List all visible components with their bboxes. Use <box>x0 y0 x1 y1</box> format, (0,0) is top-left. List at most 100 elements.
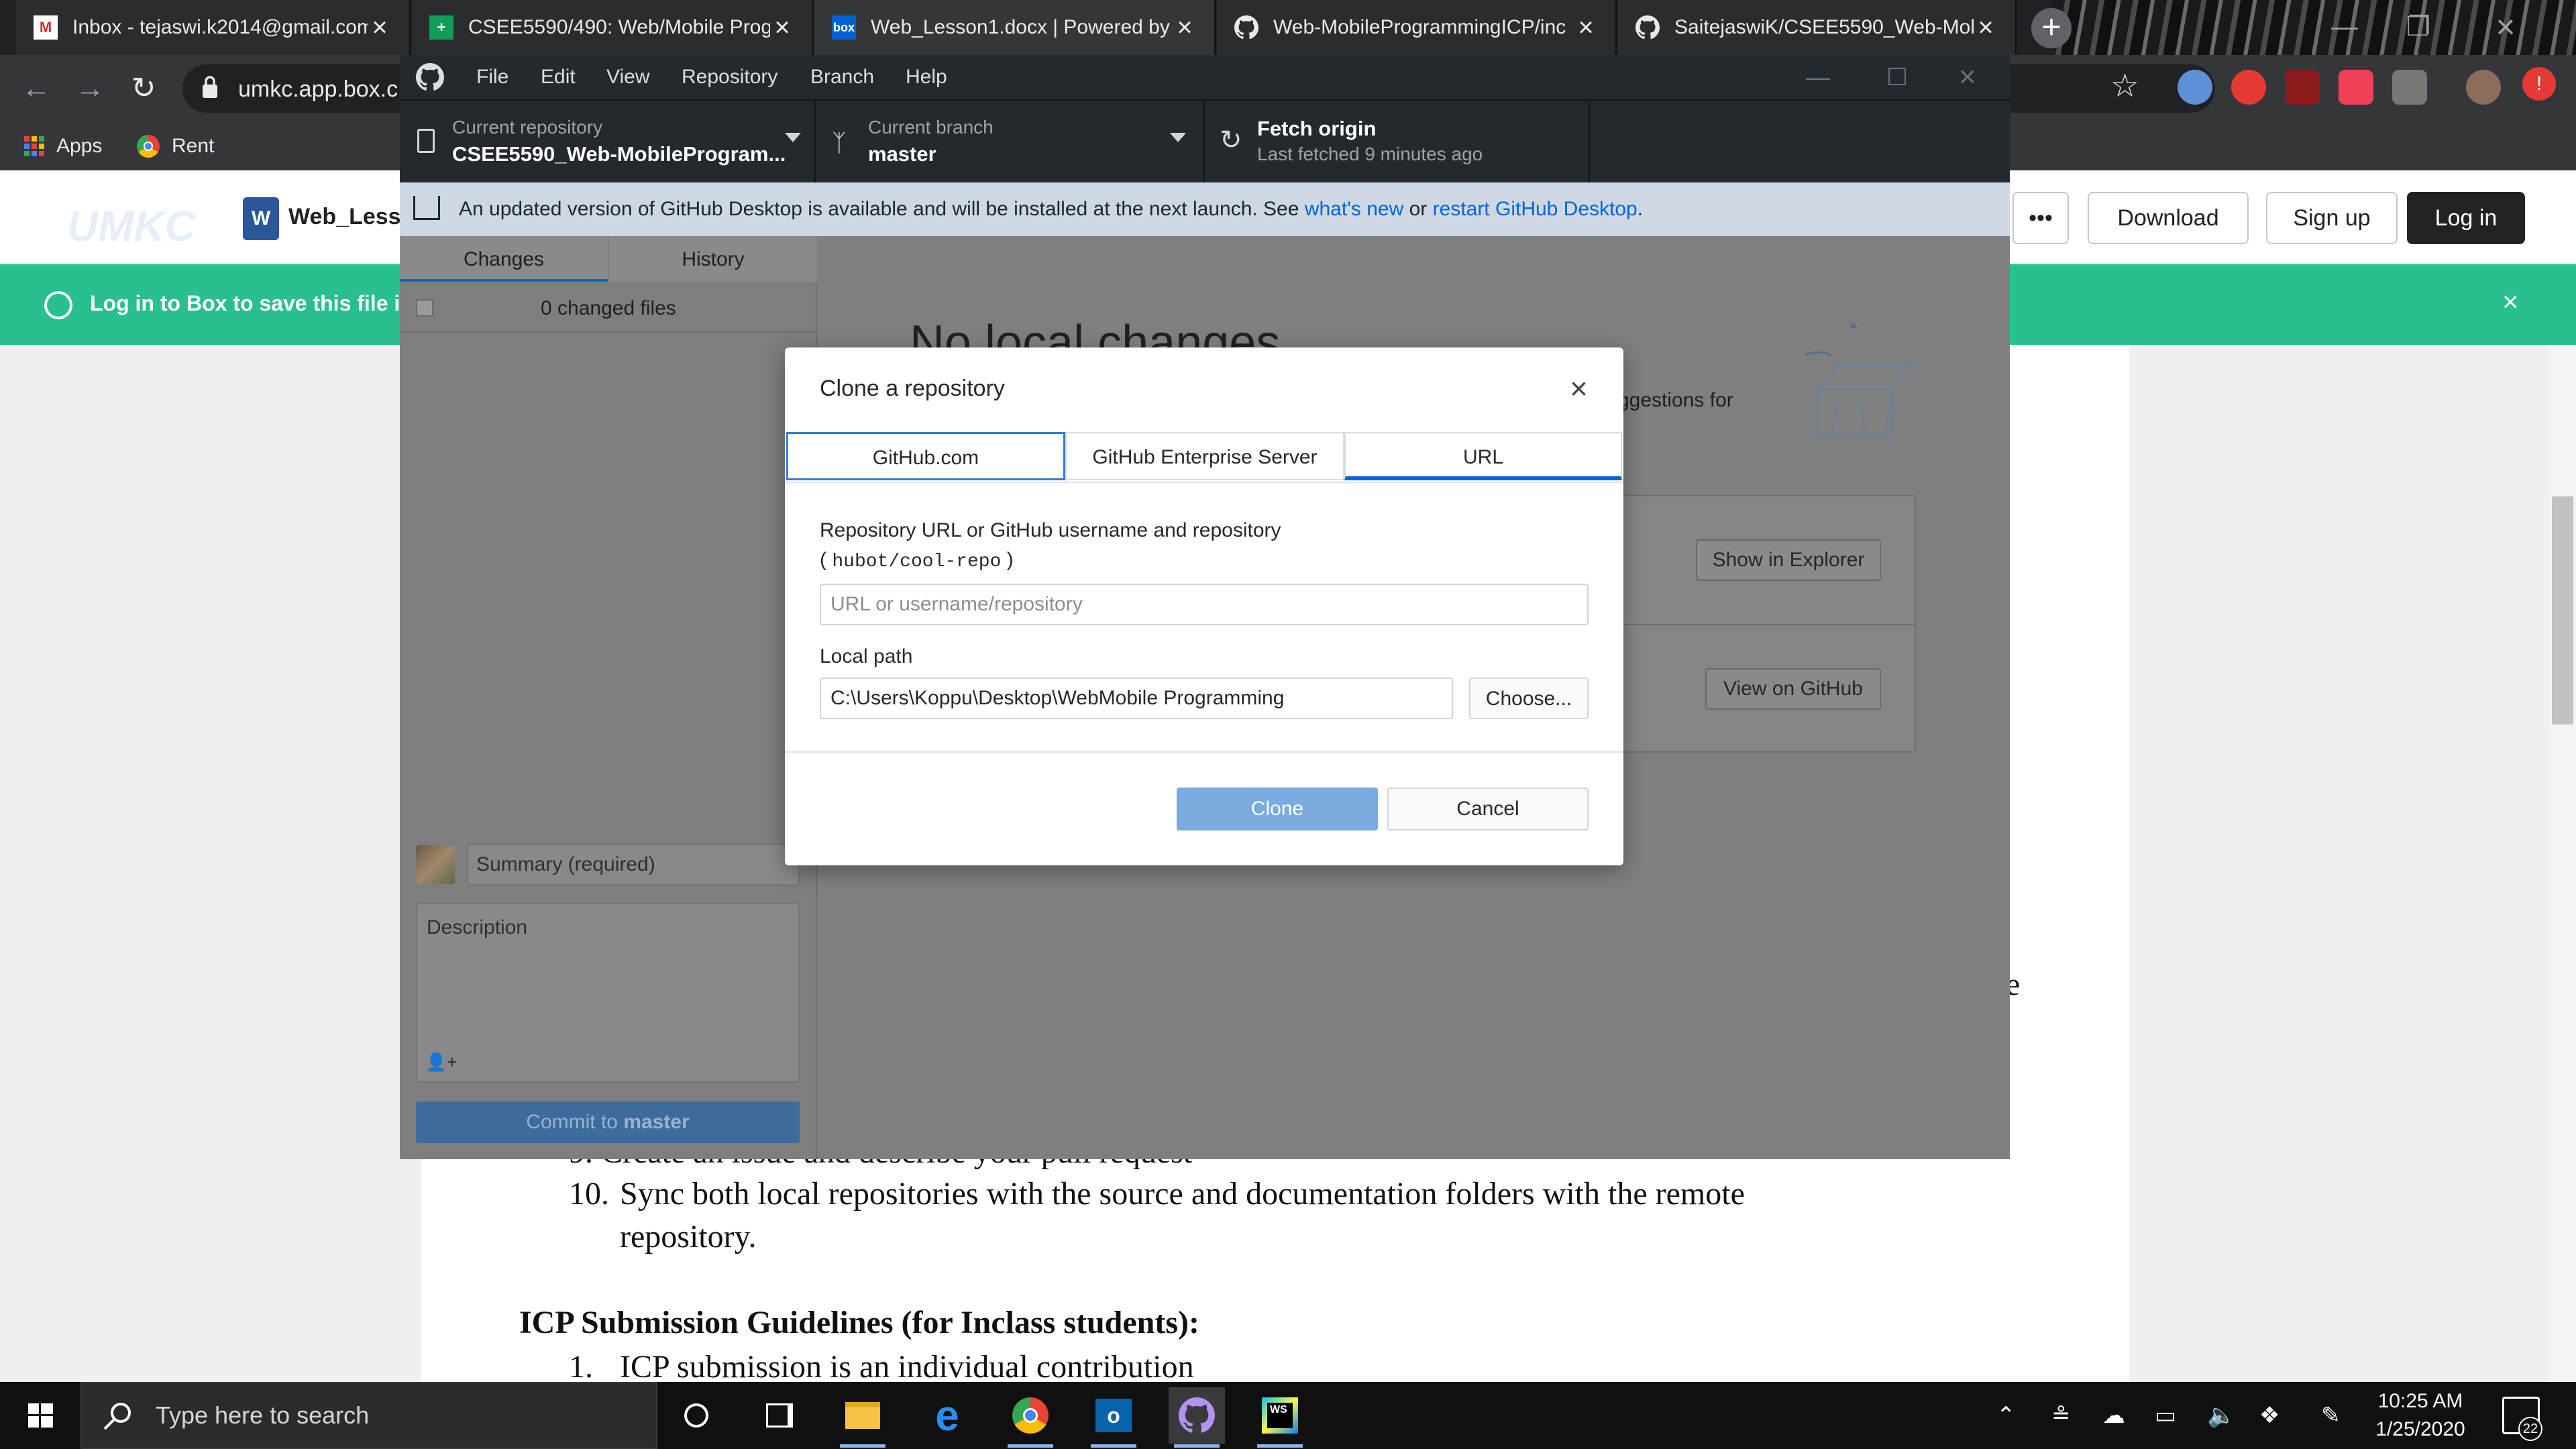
browser-tab-github-icp[interactable]: Web-MobileProgrammingICP/inc × <box>1217 0 1617 55</box>
menu-file[interactable]: File <box>476 55 508 99</box>
add-coauthor-icon[interactable]: 👤+ <box>425 1052 458 1073</box>
description-input[interactable]: Description <box>416 903 800 1083</box>
tab-close-icon[interactable]: × <box>1974 13 1998 43</box>
tab-history[interactable]: History <box>609 236 817 282</box>
windows-start-icon[interactable] <box>0 1382 80 1449</box>
whats-new-link[interactable]: what's new <box>1305 198 1403 220</box>
show-in-explorer-button[interactable]: Show in Explorer <box>1696 539 1881 581</box>
tab-close-icon[interactable]: × <box>1173 13 1197 43</box>
menu-repository[interactable]: Repository <box>682 55 777 99</box>
webstorm-icon[interactable]: WS <box>1252 1387 1308 1448</box>
menu-view[interactable]: View <box>606 55 649 99</box>
browser-tab-github-repo[interactable]: SaitejaswiK/CSEE5590_Web-Mob × <box>1618 0 2017 55</box>
sync-icon: ↻ <box>1220 125 1242 155</box>
clone-button[interactable]: Clone <box>1177 788 1378 830</box>
choose-button[interactable]: Choose... <box>1469 678 1589 719</box>
tab-changes[interactable]: Changes <box>400 236 608 282</box>
menu-branch[interactable]: Branch <box>810 55 874 99</box>
current-branch-label: Current branch <box>868 117 994 138</box>
current-repository-selector[interactable]: Current repository CSEE5590_Web-MobilePr… <box>400 99 816 182</box>
tab-label: Web-MobileProgrammingICP/inc <box>1273 16 1566 38</box>
adblock-icon[interactable] <box>2231 70 2266 105</box>
edge-icon[interactable]: e <box>919 1387 975 1444</box>
restore-icon[interactable]: ❐ <box>2381 0 2455 55</box>
pen-icon[interactable]: ✎ <box>2321 1382 2341 1449</box>
sheets-icon: + <box>429 15 453 40</box>
suggestions-text: ggestions for <box>1618 389 1733 411</box>
avatar[interactable] <box>2466 70 2501 105</box>
scrollbar-thumb[interactable] <box>2552 496 2573 724</box>
chrome-icon[interactable] <box>1002 1387 1059 1448</box>
minimize-icon[interactable]: — <box>2308 0 2381 55</box>
sign-up-button[interactable]: Sign up <box>2266 192 2398 244</box>
show-hidden-icons-icon[interactable]: ⌃ <box>1996 1382 2016 1449</box>
log-in-button[interactable]: Log in <box>2407 192 2525 244</box>
outlook-icon[interactable]: o <box>1085 1387 1142 1448</box>
view-on-github-button[interactable]: View on GitHub <box>1705 668 1881 710</box>
network-icon[interactable]: ≗ <box>2051 1382 2071 1449</box>
chrome-menu-icon[interactable]: ! <box>2522 67 2556 101</box>
tab-github-enterprise[interactable]: GitHub Enterprise Server <box>1065 432 1344 480</box>
commit-prefix: Commit to <box>526 1111 618 1133</box>
bookmark-rent[interactable]: Rent <box>137 122 214 170</box>
close-icon[interactable]: × <box>2469 0 2542 55</box>
task-view-icon[interactable] <box>751 1387 808 1444</box>
local-path-label: Local path <box>820 645 913 667</box>
onedrive-icon[interactable]: ☁ <box>2102 1382 2125 1449</box>
github-desktop-icon[interactable] <box>1169 1387 1225 1448</box>
back-arrow-icon[interactable]: ← <box>9 55 63 122</box>
extension-icon[interactable] <box>2392 70 2427 105</box>
close-icon[interactable]: × <box>1570 370 1588 407</box>
banner-close-icon[interactable]: × <box>2502 286 2519 318</box>
repo-url-input[interactable]: URL or username/repository <box>820 584 1589 625</box>
pdf-icon[interactable] <box>2285 70 2320 105</box>
new-tab-button[interactable]: + <box>2031 8 2072 48</box>
more-options-button[interactable]: ••• <box>2012 192 2069 244</box>
bookmark-apps[interactable]: Apps <box>24 122 102 170</box>
browser-tab-box[interactable]: box Web_Lesson1.docx | Powered by × <box>814 0 1216 55</box>
tab-url[interactable]: URL <box>1344 432 1622 480</box>
menu-help[interactable]: Help <box>906 55 947 99</box>
pocket-icon[interactable] <box>2339 70 2373 105</box>
hint-close: ) <box>1006 549 1014 571</box>
taskbar-clock[interactable]: 10:25 AM 1/25/2020 <box>2367 1387 2474 1444</box>
commit-branch: master <box>623 1111 690 1133</box>
local-path-input[interactable]: C:\Users\Koppu\Desktop\WebMobile Program… <box>820 678 1453 719</box>
download-button[interactable]: Download <box>2088 192 2249 244</box>
fetch-origin-button[interactable]: ↻ Fetch origin Last fetched 9 minutes ag… <box>1206 99 1590 182</box>
commit-button[interactable]: Commit to master <box>416 1102 800 1143</box>
dialog-divider <box>785 482 1623 483</box>
star-icon[interactable]: ☆ <box>2110 67 2139 105</box>
menu-edit[interactable]: Edit <box>541 55 576 99</box>
tab-close-icon[interactable]: × <box>770 13 794 43</box>
extension-icon[interactable] <box>2178 70 2212 105</box>
tab-close-icon[interactable]: × <box>368 13 392 43</box>
cancel-button[interactable]: Cancel <box>1387 788 1589 830</box>
tab-close-icon[interactable]: × <box>1574 13 1598 43</box>
hint-open: ( <box>820 549 826 571</box>
dropbox-icon[interactable]: ❖ <box>2259 1382 2279 1449</box>
battery-icon[interactable]: ▭ <box>2155 1382 2176 1449</box>
gh-minimize-icon[interactable]: — <box>1806 55 1830 99</box>
volume-icon[interactable]: 🔈 <box>2207 1382 2235 1449</box>
cortana-icon[interactable] <box>668 1387 724 1444</box>
current-branch-selector[interactable]: ᛉ Current branch master <box>817 99 1205 182</box>
reload-icon[interactable]: ↻ <box>117 55 170 122</box>
forward-arrow-icon[interactable]: → <box>63 55 117 122</box>
current-repo-name: CSEE5590_Web-MobileProgram... <box>452 142 786 166</box>
browser-tab-gmail[interactable]: M Inbox - tejaswi.k2014@gmail.com × <box>16 0 411 55</box>
repo-url-label: Repository URL or GitHub username and re… <box>820 519 1281 541</box>
select-all-checkbox[interactable] <box>416 299 433 317</box>
fetch-origin-subtitle: Last fetched 9 minutes ago <box>1257 144 1483 164</box>
gh-maximize-icon[interactable]: ☐ <box>1886 55 1908 99</box>
summary-input[interactable]: Summary (required) <box>467 844 800 885</box>
tab-github-com[interactable]: GitHub.com <box>786 432 1065 480</box>
address-text: umkc.app.box.c <box>238 76 398 102</box>
bookmark-label: Apps <box>56 135 103 157</box>
repo-url-placeholder: URL or username/repository <box>830 593 1083 615</box>
umkc-logo: UMKC <box>67 202 196 250</box>
restart-link[interactable]: restart GitHub Desktop <box>1433 198 1638 220</box>
gh-close-icon[interactable]: × <box>1959 55 1976 99</box>
browser-tab-classroom[interactable]: + CSEE5590/490: Web/Mobile Prog × <box>412 0 813 55</box>
file-explorer-icon[interactable] <box>835 1387 891 1448</box>
